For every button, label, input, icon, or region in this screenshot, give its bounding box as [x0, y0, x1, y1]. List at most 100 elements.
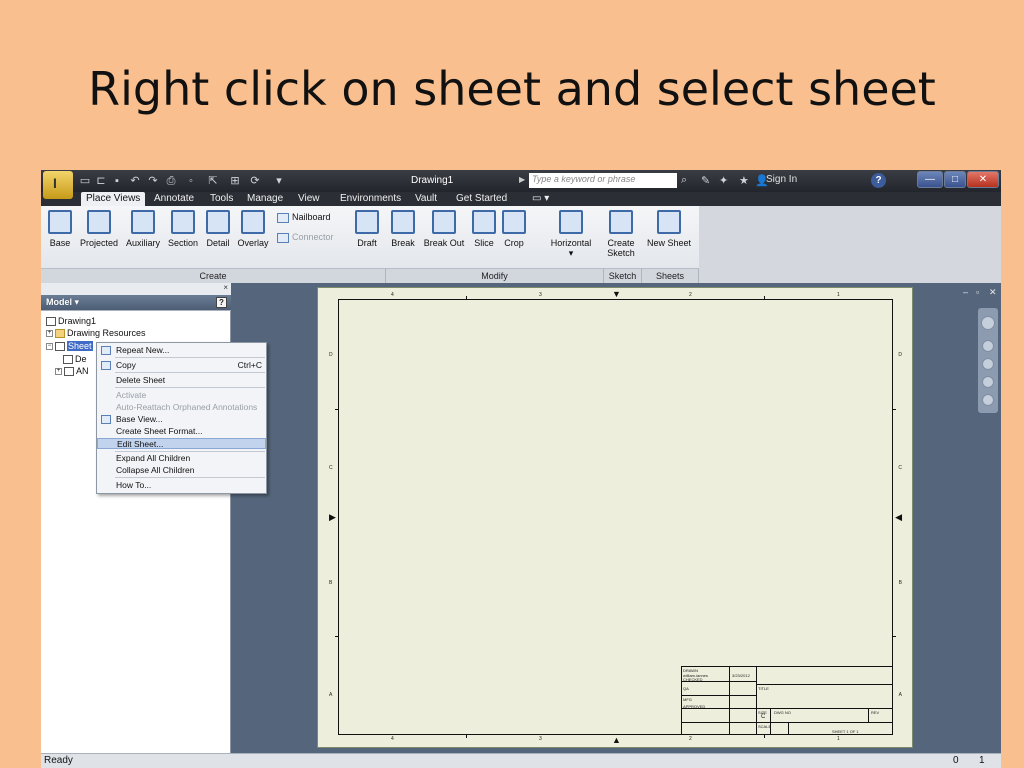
favorites-star-icon[interactable]: ★ — [739, 174, 749, 187]
tree-item-title-block[interactable]: + AN — [55, 366, 89, 377]
menu-item-expand-all[interactable]: Expand All Children — [97, 453, 266, 464]
steering-wheel-icon[interactable] — [981, 316, 995, 330]
sheet-icon — [55, 342, 65, 352]
collapse-icon[interactable]: − — [46, 343, 53, 351]
section-view-button[interactable]: Section — [165, 210, 201, 248]
slice-button[interactable]: Slice — [471, 210, 497, 248]
sign-in-link[interactable]: Sign In — [766, 174, 797, 185]
break-out-button[interactable]: Break Out — [421, 210, 467, 248]
crop-button[interactable]: Crop — [501, 210, 527, 248]
new-file-icon[interactable]: ▭ — [77, 173, 93, 189]
print-icon[interactable]: ⎙ — [163, 173, 179, 189]
draft-label: Draft — [357, 238, 377, 248]
tree-item-drawing[interactable]: Drawing1 — [46, 316, 96, 327]
break-button[interactable]: Break — [389, 210, 417, 248]
new-sheet-label: New Sheet — [646, 238, 692, 248]
tree-item-drawing-resources[interactable]: + Drawing Resources — [46, 328, 146, 339]
tb-title-label: TITLE — [758, 686, 769, 691]
menu-item-label: Delete Sheet — [116, 375, 166, 385]
zoom-all-icon[interactable] — [982, 376, 994, 388]
help-button[interactable]: ? — [871, 173, 886, 188]
status-count-1: 0 — [953, 755, 959, 766]
application-menu-button[interactable]: I — [43, 171, 73, 199]
tree-item-sheet[interactable]: − Sheet — [46, 341, 93, 352]
open-file-icon[interactable]: ⊏ — [93, 173, 109, 189]
create-sketch-label-line1: Create — [607, 238, 635, 248]
menu-item-label: Create Sheet Format... — [116, 426, 203, 436]
menu-item-copy[interactable]: Copy Ctrl+C — [97, 360, 266, 371]
tab-tools[interactable]: Tools — [205, 192, 238, 206]
ribbon-empty-area — [699, 206, 1001, 283]
break-out-label: Break Out — [423, 238, 465, 248]
tab-annotate[interactable]: Annotate — [149, 192, 199, 206]
detail-view-button[interactable]: Detail — [203, 210, 233, 248]
update-icon[interactable]: ⟳ — [247, 173, 263, 189]
menu-item-base-view[interactable]: Base View... — [97, 414, 266, 425]
save-icon[interactable]: ▪ — [109, 173, 125, 189]
drawing-sheet[interactable]: 4 3 2 1 4 3 2 1 D C B A D C B A ▼ ▲ ▶ ◀ … — [317, 287, 913, 748]
center-mark-right-icon: ◀ — [895, 512, 902, 522]
tab-vault[interactable]: Vault — [410, 192, 442, 206]
menu-item-create-sheet-format[interactable]: Create Sheet Format... — [97, 426, 266, 437]
tab-view[interactable]: View — [293, 192, 325, 206]
menu-item-edit-sheet[interactable]: Edit Sheet... — [97, 438, 266, 449]
zoom-icon[interactable] — [982, 358, 994, 370]
look-at-icon[interactable] — [982, 394, 994, 406]
browser-model-dropdown[interactable]: Model ▾ — [46, 297, 79, 307]
doc-restore-icon[interactable]: ▫ — [976, 287, 979, 297]
auxiliary-view-button[interactable]: Auxiliary — [123, 210, 163, 248]
menu-item-collapse-all[interactable]: Collapse All Children — [97, 465, 266, 476]
base-view-icon — [101, 415, 111, 424]
search-expand-icon[interactable]: ▶ — [519, 175, 525, 184]
select-icon[interactable]: ⇱ — [205, 173, 221, 189]
connector-button[interactable]: Connector — [277, 232, 334, 243]
new-sheet-button[interactable]: New Sheet — [643, 210, 695, 248]
menu-item-label: Edit Sheet... — [117, 439, 164, 449]
nailboard-button[interactable]: Nailboard — [277, 212, 331, 223]
drawing-canvas[interactable]: – ▫ ✕ 4 3 2 1 4 3 2 1 D C B A D C B A ▼ … — [231, 283, 1001, 753]
minimize-button[interactable]: — — [917, 171, 943, 188]
projected-view-button[interactable]: Projected — [77, 210, 121, 248]
zone-label-right: B — [898, 580, 902, 586]
help-search-input[interactable]: Type a keyword or phrase — [529, 173, 677, 188]
menu-item-auto-reattach[interactable]: Auto-Reattach Orphaned Annotations — [97, 402, 266, 413]
properties-icon[interactable]: ◦ — [183, 173, 199, 189]
close-window-button[interactable]: ✕ — [967, 171, 999, 188]
status-text: Ready — [44, 755, 73, 766]
overlay-view-button[interactable]: Overlay — [235, 210, 271, 248]
tree-item-default-border[interactable]: De — [63, 354, 87, 365]
browser-help-icon[interactable]: ? — [216, 297, 227, 308]
tab-manage[interactable]: Manage — [242, 192, 288, 206]
tab-environments[interactable]: Environments — [335, 192, 406, 206]
horizontal-button[interactable]: Horizontal ▾ — [545, 210, 597, 259]
repeat-new-icon — [101, 346, 111, 355]
expand-icon[interactable]: + — [46, 330, 53, 338]
expand-icon[interactable]: + — [55, 368, 62, 376]
tab-place-views[interactable]: Place Views — [81, 192, 146, 206]
undo-icon[interactable]: ↶ — [127, 173, 143, 189]
tab-get-started[interactable]: Get Started — [451, 192, 512, 206]
base-view-button[interactable]: Base — [47, 210, 73, 248]
doc-close-icon[interactable]: ✕ — [989, 287, 997, 298]
create-sketch-button[interactable]: Create Sketch — [605, 210, 637, 258]
browser-close-button[interactable]: × — [41, 283, 231, 295]
menu-item-delete-sheet[interactable]: Delete Sheet — [97, 375, 266, 386]
communication-center-icon[interactable]: ✦ — [719, 174, 728, 187]
menu-item-activate[interactable]: Activate — [97, 390, 266, 401]
ribbon-display-toggle-icon[interactable]: ▭ ▾ — [527, 192, 554, 206]
zone-label-left: A — [329, 692, 333, 698]
customize-quickaccess-icon[interactable]: ▾ — [271, 173, 287, 189]
measure-icon[interactable]: ⊞ — [227, 173, 243, 189]
redo-icon[interactable]: ↷ — [145, 173, 161, 189]
maximize-button[interactable]: □ — [944, 171, 966, 188]
binoculars-icon[interactable]: ⌕ — [681, 174, 687, 187]
title-bar: I ▭ ⊏ ▪ ↶ ↷ ⎙ ◦ ⇱ ⊞ ⟳ ▾ Drawing1 ▶ Type … — [41, 170, 1001, 199]
pan-icon[interactable] — [982, 340, 994, 352]
overlay-view-icon — [241, 210, 265, 234]
menu-item-how-to[interactable]: How To... — [97, 480, 266, 491]
doc-minimize-icon[interactable]: – — [963, 287, 968, 297]
draft-button[interactable]: Draft — [353, 210, 381, 248]
menu-item-repeat-new[interactable]: Repeat New... — [97, 345, 266, 356]
subscription-icon[interactable]: ✎ — [701, 174, 710, 187]
slice-label: Slice — [474, 238, 494, 248]
